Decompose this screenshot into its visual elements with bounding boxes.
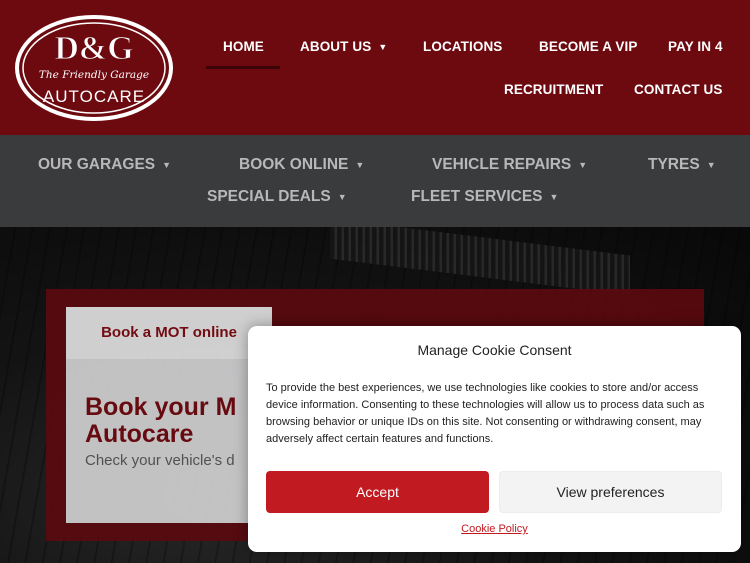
chevron-down-icon: ▼ <box>549 192 559 202</box>
cookie-consent-dialog: Manage Cookie Consent To provide the bes… <box>248 326 741 552</box>
chevron-down-icon: ▼ <box>355 160 365 170</box>
subnav-fleet-services-label: FLEET SERVICES <box>411 188 543 205</box>
subnav-our-garages-label: OUR GARAGES <box>38 156 156 173</box>
subnav-special-deals[interactable]: SPECIAL DEALS ▼ <box>207 188 347 206</box>
cookie-dialog-title: Manage Cookie Consent <box>417 342 572 358</box>
chevron-down-icon: ▼ <box>378 42 388 52</box>
subnav-our-garages[interactable]: OUR GARAGES ▼ <box>38 156 171 174</box>
nav-about-us[interactable]: ABOUT US ▼ <box>300 39 387 54</box>
subnav-book-online-label: BOOK ONLINE <box>239 156 349 173</box>
nav-pay-in-4-label: PAY IN 4 <box>668 39 723 54</box>
nav-locations[interactable]: LOCATIONS <box>423 39 502 54</box>
chevron-down-icon: ▼ <box>578 160 588 170</box>
nav-locations-label: LOCATIONS <box>423 39 503 54</box>
nav-contact-us[interactable]: CONTACT US <box>634 82 723 97</box>
services-navigation: OUR GARAGES ▼ BOOK ONLINE ▼ VEHICLE REPAIR… <box>0 135 750 227</box>
site-header: D&G The Friendly Garage AUTOCARE HOME AB… <box>0 0 750 135</box>
view-preferences-button[interactable]: View preferences <box>499 471 722 513</box>
nav-recruitment[interactable]: RECRUITMENT <box>504 82 603 97</box>
cookie-policy-link[interactable]: Cookie Policy <box>248 523 741 535</box>
nav-become-a-vip[interactable]: BECOME A VIP <box>539 39 637 54</box>
nav-contact-us-label: CONTACT US <box>634 82 723 97</box>
nav-home[interactable]: HOME <box>223 39 264 54</box>
nav-become-a-vip-label: BECOME A VIP <box>539 39 638 54</box>
subnav-vehicle-repairs[interactable]: VEHICLE REPAIRS ▼ <box>432 156 587 174</box>
subnav-fleet-services[interactable]: FLEET SERVICES ▼ <box>411 188 558 206</box>
accept-cookies-button[interactable]: Accept <box>266 471 489 513</box>
cookie-dialog-body: To provide the best experiences, we use … <box>266 382 705 445</box>
nav-pay-in-4[interactable]: PAY IN 4 <box>668 39 723 54</box>
nav-home-label: HOME <box>223 39 264 54</box>
top-navigation: HOME ABOUT US ▼ LOCATIONS BECOME A VIP PA… <box>0 0 750 135</box>
chevron-down-icon: ▼ <box>162 160 172 170</box>
subnav-vehicle-repairs-label: VEHICLE REPAIRS <box>432 156 572 173</box>
hero-background-image <box>330 227 630 296</box>
nav-recruitment-label: RECRUITMENT <box>504 82 604 97</box>
subnav-book-online[interactable]: BOOK ONLINE ▼ <box>239 156 364 174</box>
chevron-down-icon: ▼ <box>337 192 347 202</box>
nav-active-indicator <box>206 66 280 69</box>
subnav-tyres-label: TYRES <box>648 156 700 173</box>
subnav-tyres[interactable]: TYRES ▼ <box>648 156 716 174</box>
promo-subtitle: Check your vehicle's d <box>85 452 235 469</box>
nav-about-us-label: ABOUT US <box>300 39 372 54</box>
chevron-down-icon: ▼ <box>706 160 716 170</box>
subnav-special-deals-label: SPECIAL DEALS <box>207 188 331 205</box>
book-mot-button[interactable]: Book a MOT online <box>66 307 272 359</box>
